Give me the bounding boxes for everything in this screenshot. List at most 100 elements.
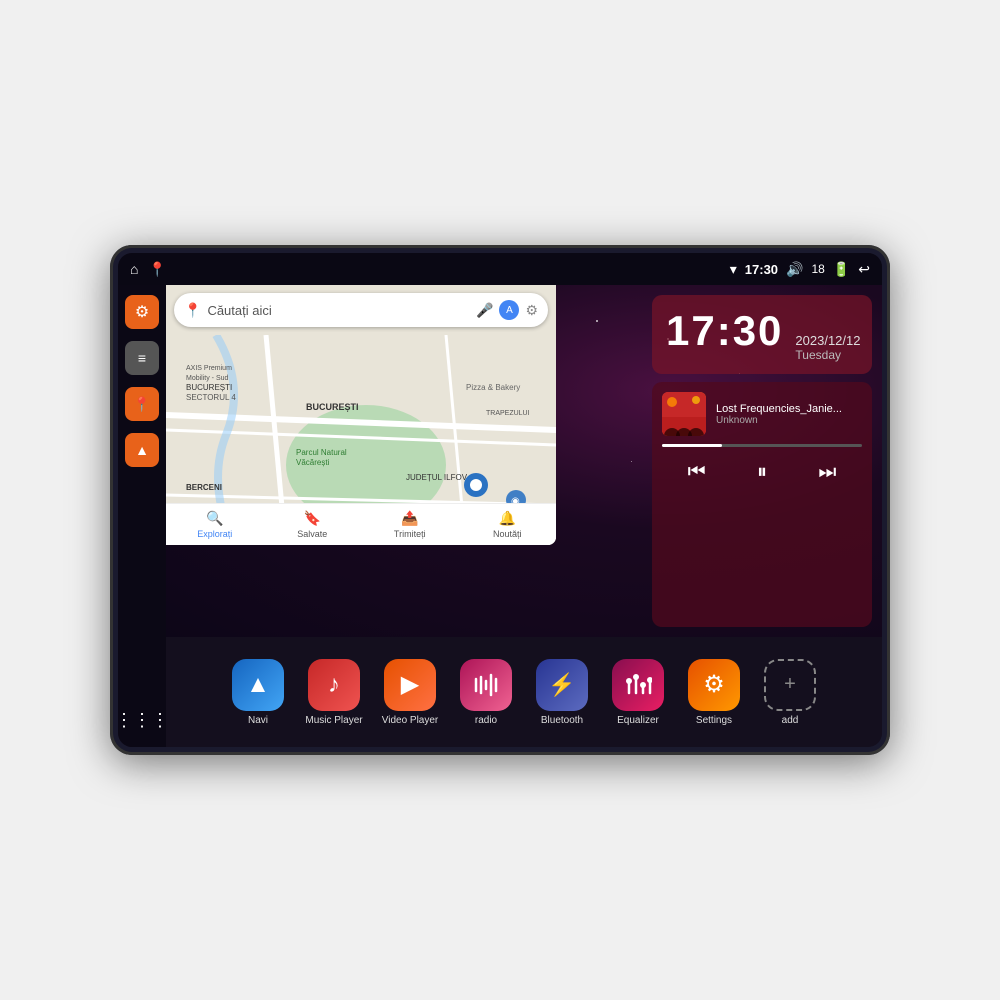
settings-app-icon: ⚙ (688, 659, 740, 711)
svg-text:TRAPEZULUI: TRAPEZULUI (486, 410, 530, 417)
app-bluetooth[interactable]: ⚡ Bluetooth (526, 659, 598, 726)
svg-text:Parcul Natural: Parcul Natural (296, 448, 347, 457)
user-avatar[interactable]: A (499, 300, 519, 320)
news-icon: 🔔 (499, 510, 516, 527)
more-icon[interactable]: ⚙ (525, 302, 538, 319)
map-search-bar[interactable]: 📍 Căutați aici 🎤 A ⚙ (174, 293, 548, 327)
sidebar: ⚙ ≡ 📍 ▲ ⋮⋮⋮ (118, 285, 166, 747)
share-icon: 📤 (401, 510, 418, 527)
app-video-player[interactable]: ▶ Video Player (374, 659, 446, 726)
app-navi[interactable]: ▲ Navi (222, 659, 294, 726)
clock-row: 17:30 2023/12/12 Tuesday (666, 307, 858, 362)
mic-icon[interactable]: 🎤 (476, 302, 493, 319)
bluetooth-icon: ⚡ (536, 659, 588, 711)
app-add-label: add (782, 715, 799, 726)
app-settings[interactable]: ⚙ Settings (678, 659, 750, 726)
music-title: Lost Frequencies_Janie... (716, 403, 862, 415)
map-widget[interactable]: 📍 Căutați aici 🎤 A ⚙ (166, 285, 556, 545)
grid-icon: ⋮⋮⋮ (118, 710, 169, 731)
app-music-player[interactable]: ♪ Music Player (298, 659, 370, 726)
album-art (662, 392, 706, 436)
wifi-icon: ▾ (730, 261, 737, 278)
svg-text:Văcărești: Văcărești (296, 458, 330, 467)
app-navi-label: Navi (248, 715, 268, 726)
app-radio-label: radio (475, 715, 497, 726)
maps-status-icon: 📍 (148, 261, 165, 278)
settings-icon: ⚙ (135, 302, 149, 322)
saved-icon: 🔖 (304, 510, 321, 527)
explore-icon: 🔍 (206, 510, 223, 527)
navi-icon: ▲ (232, 659, 284, 711)
back-icon[interactable]: ↩ (858, 261, 870, 278)
music-controls: ⏮ ⏸ ⏭ (662, 457, 862, 488)
music-track-row: Lost Frequencies_Janie... Unknown (662, 392, 862, 436)
map-tab-label-3: Trimiteți (394, 529, 426, 539)
svg-text:BUCUREȘTI: BUCUREȘTI (306, 402, 359, 412)
radio-icon (460, 659, 512, 711)
map-tab-noutăți[interactable]: 🔔 Noutăți (459, 510, 557, 539)
music-artist: Unknown (716, 415, 862, 426)
map-tab-label-4: Noutăți (493, 529, 522, 539)
map-tab-salvate[interactable]: 🔖 Salvate (264, 510, 362, 539)
status-bar: ⌂ 📍 ▾ 17:30 🔊 18 🔋 ↩ (118, 253, 882, 285)
music-pause-btn[interactable]: ⏸ (749, 457, 775, 488)
clock-date: 2023/12/12 Tuesday (795, 333, 860, 362)
map-search-text[interactable]: Căutați aici (207, 303, 470, 318)
clock-widget: 17:30 2023/12/12 Tuesday (652, 295, 872, 374)
files-icon: ≡ (138, 350, 146, 366)
clock-date-day: Tuesday (795, 348, 860, 362)
music-player-icon: ♪ (308, 659, 360, 711)
map-background: 📍 Căutați aici 🎤 A ⚙ (166, 285, 556, 545)
music-widget: Lost Frequencies_Janie... Unknown ⏮ ⏸ ⏭ (652, 382, 872, 627)
video-player-icon: ▶ (384, 659, 436, 711)
right-panel: 17:30 2023/12/12 Tuesday (642, 285, 882, 637)
app-video-label: Video Player (382, 715, 439, 726)
battery-icon: 🔋 (833, 261, 850, 278)
device: ⌂ 📍 ▾ 17:30 🔊 18 🔋 ↩ ⚙ ≡ (110, 245, 890, 755)
svg-text:BERCENI: BERCENI (186, 483, 222, 492)
app-settings-label: Settings (696, 715, 732, 726)
map-tab-explorați[interactable]: 🔍 Explorați (166, 510, 264, 539)
app-equalizer[interactable]: Equalizer (602, 659, 674, 726)
clock-date-main: 2023/12/12 (795, 333, 860, 348)
album-art-svg (662, 392, 706, 436)
home-icon: ⌂ (130, 261, 138, 277)
music-next-btn[interactable]: ⏭ (810, 457, 844, 488)
center-area: 📍 Căutați aici 🎤 A ⚙ (166, 285, 882, 747)
music-info: Lost Frequencies_Janie... Unknown (716, 403, 862, 426)
sidebar-settings-btn[interactable]: ⚙ (125, 295, 159, 329)
add-icon: + (764, 659, 816, 711)
map-pin-icon: 📍 (133, 396, 150, 413)
music-progress-bar[interactable] (662, 444, 862, 447)
music-prev-btn[interactable]: ⏮ (680, 457, 714, 488)
radio-waveform-svg (472, 671, 500, 699)
map-bottom-bar: 🔍 Explorați 🔖 Salvate 📤 Trimiteți (166, 503, 556, 545)
main-content: ⚙ ≡ 📍 ▲ ⋮⋮⋮ (118, 285, 882, 747)
screen: ⌂ 📍 ▾ 17:30 🔊 18 🔋 ↩ ⚙ ≡ (118, 253, 882, 747)
svg-text:Pizza & Bakery: Pizza & Bakery (466, 383, 520, 392)
music-progress-fill (662, 444, 722, 447)
svg-text:JUDEȚUL ILFOV: JUDEȚUL ILFOV (406, 473, 468, 482)
eq-svg (624, 671, 652, 699)
sidebar-maps-btn[interactable]: 📍 (125, 387, 159, 421)
map-tab-label-2: Salvate (297, 529, 327, 539)
map-tab-trimiteți[interactable]: 📤 Trimiteți (361, 510, 459, 539)
app-radio[interactable]: radio (450, 659, 522, 726)
svg-text:AXIS Premium: AXIS Premium (186, 365, 232, 372)
sidebar-files-btn[interactable]: ≡ (125, 341, 159, 375)
sidebar-nav-btn[interactable]: ▲ (125, 433, 159, 467)
volume-icon: 🔊 (786, 261, 803, 278)
content-row: 📍 Căutați aici 🎤 A ⚙ (166, 285, 882, 637)
svg-text:Mobility - Sud: Mobility - Sud (186, 375, 229, 382)
app-bluetooth-label: Bluetooth (541, 715, 583, 726)
map-tab-label-1: Explorați (197, 529, 232, 539)
status-badge-18: 18 (811, 262, 824, 276)
status-left-icons: ⌂ 📍 (130, 261, 166, 278)
nav-arrow-icon: ▲ (135, 442, 149, 458)
app-dock: ▲ Navi ♪ Music Player ▶ V (166, 637, 882, 747)
sidebar-apps-btn[interactable]: ⋮⋮⋮ (125, 703, 159, 737)
google-maps-icon: 📍 (184, 302, 201, 319)
svg-text:BUCUREȘTI: BUCUREȘTI (186, 383, 232, 392)
app-add[interactable]: + add (754, 659, 826, 726)
svg-text:SECTORUL 4: SECTORUL 4 (186, 393, 236, 402)
